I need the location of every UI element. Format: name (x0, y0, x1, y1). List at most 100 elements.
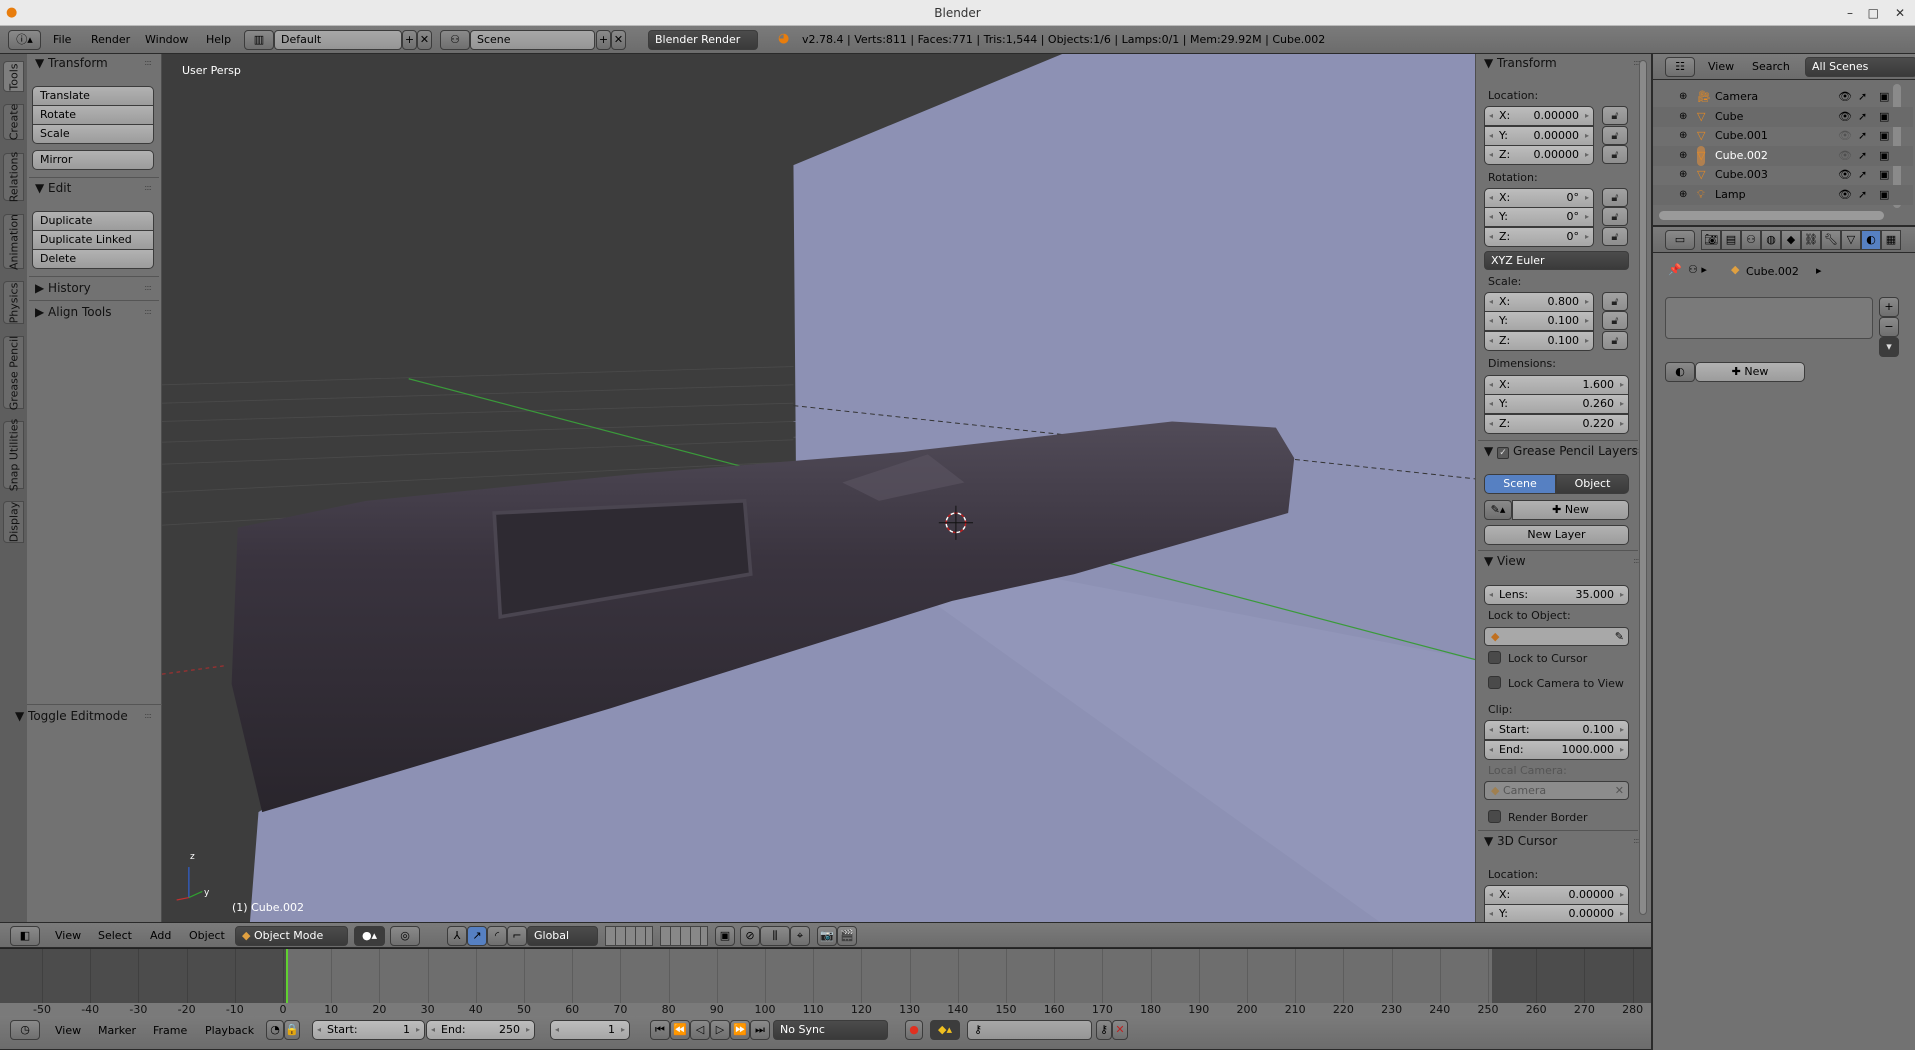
properties-tab-object-icon[interactable]: ◆ (1781, 230, 1801, 250)
expand-icon[interactable]: ⊕ (1679, 107, 1687, 127)
outliner-item-name[interactable]: Cube.001 (1715, 126, 1768, 146)
view3d-menu-add[interactable]: Add (150, 930, 171, 941)
view3d-menu-object[interactable]: Object (189, 930, 225, 941)
tool-tab-grease-pencil[interactable]: Grease Pencil (3, 335, 24, 410)
menu-file[interactable]: File (53, 34, 71, 45)
properties-tab-material-icon[interactable]: ◐ (1861, 230, 1881, 250)
render-icon[interactable]: ▣ (1879, 165, 1889, 185)
expand-icon[interactable]: ⊕ (1679, 87, 1687, 107)
lock-icon[interactable]: 🔓︎ (1602, 126, 1628, 145)
outliner-item-name[interactable]: Cube.003 (1715, 165, 1768, 185)
keying-set-field[interactable]: ⚷ (967, 1020, 1092, 1040)
lock-icon[interactable]: 🔓︎ (1602, 188, 1628, 207)
increment-arrow-icon[interactable]: ▸ (1585, 127, 1589, 145)
lock-time-button[interactable]: 🔒 (284, 1020, 300, 1040)
eye-icon[interactable]: 👁︎ (1838, 87, 1852, 107)
rotation-mode-dropdown[interactable]: XYZ Euler (1484, 251, 1629, 270)
increment-arrow-icon[interactable]: ▸ (1620, 586, 1624, 604)
timeline-menu-view[interactable]: View (55, 1025, 81, 1036)
rotate-button[interactable]: Rotate (32, 105, 154, 125)
eye-icon[interactable]: 👁︎ (1838, 185, 1852, 205)
tool-tab-snap-utilities[interactable]: Snap Utilities (3, 419, 24, 491)
render-icon[interactable]: ▣ (1879, 126, 1889, 146)
rotation-z-field[interactable]: ◂ Z: 0° ▸ (1484, 227, 1594, 247)
material-specials-button[interactable]: ▾ (1879, 337, 1899, 357)
expand-icon[interactable]: ⊕ (1679, 146, 1687, 166)
outliner-scrollbar-h[interactable] (1659, 211, 1884, 220)
view-panel-header[interactable]: ▼ View (1484, 554, 1526, 568)
duplicate-linked-button[interactable]: Duplicate Linked (32, 230, 154, 250)
increment-arrow-icon[interactable]: ▸ (1620, 886, 1624, 904)
select-arrow-icon[interactable]: ➚ (1858, 107, 1867, 127)
render-icon[interactable]: ▣ (1879, 185, 1889, 205)
dimensions-z-field[interactable]: ◂ Z: 0.220 ▸ (1484, 414, 1629, 434)
screen-layout-icon[interactable]: ▥ (244, 30, 274, 50)
scale-z-field[interactable]: ◂ Z: 0.100 ▸ (1484, 331, 1594, 351)
decrement-arrow-icon[interactable]: ◂ (1489, 905, 1493, 923)
drag-handle-icon[interactable]: :::: (144, 283, 152, 292)
timeline-menu-marker[interactable]: Marker (98, 1025, 136, 1036)
outliner-item-name[interactable]: Camera (1715, 87, 1758, 107)
increment-arrow-icon[interactable]: ▸ (1585, 208, 1589, 226)
increment-arrow-icon[interactable]: ▸ (1620, 905, 1624, 923)
tool-tab-display[interactable]: Display (3, 501, 24, 543)
lock-to-cursor-checkbox[interactable] (1488, 651, 1501, 664)
cursor-y-field[interactable]: ◂ Y: 0.00000 ▸ (1484, 904, 1629, 924)
tool-tab-tools[interactable]: Tools (3, 61, 24, 92)
minimize-button[interactable]: – (1847, 0, 1853, 26)
delete-button[interactable]: Delete (32, 249, 154, 269)
decrement-arrow-icon[interactable]: ◂ (1489, 586, 1493, 604)
properties-tab-render-layers-icon[interactable]: ▤ (1721, 230, 1741, 250)
increment-arrow-icon[interactable]: ▸ (1585, 228, 1589, 246)
increment-arrow-icon[interactable]: ▸ (1585, 332, 1589, 350)
tool-tab-relations[interactable]: Relations (3, 152, 24, 202)
increment-arrow-icon[interactable]: ▸ (1620, 415, 1624, 433)
align-tools-panel-header[interactable]: ▶ Align Tools (35, 305, 112, 319)
decrement-arrow-icon[interactable]: ◂ (1489, 293, 1493, 311)
lock-icon[interactable]: 🔓︎ (1602, 106, 1628, 125)
decrement-arrow-icon[interactable]: ◂ (1489, 228, 1493, 246)
grease-pencil-panel-header[interactable]: ▼ ✓ Grease Pencil Layers (1484, 444, 1638, 459)
properties-tab-constraints-icon[interactable]: ⛓︎ (1801, 230, 1821, 250)
new-material-button[interactable]: ✚ New (1695, 362, 1805, 382)
remove-material-slot-button[interactable]: − (1879, 317, 1899, 337)
record-keyframes-button[interactable]: ● (905, 1020, 923, 1040)
keying-mode-button[interactable]: ◆▴ (930, 1020, 960, 1040)
pin-icon[interactable]: 📌 (1668, 263, 1682, 276)
delete-scene-button[interactable]: ✕ (611, 30, 626, 50)
view3d-menu-select[interactable]: Select (98, 930, 132, 941)
properties-tab-data-icon[interactable]: ▽ (1841, 230, 1861, 250)
lock-icon[interactable]: 🔓︎ (1602, 227, 1628, 246)
timeline-menu-frame[interactable]: Frame (153, 1025, 187, 1036)
start-frame-field[interactable]: ◂ Start: 1 ▸ (312, 1020, 425, 1040)
layer-buttons-2[interactable] (660, 926, 708, 946)
editor-type-3dview-button[interactable]: ◧ (10, 926, 40, 946)
location-x-field[interactable]: ◂ X: 0.00000 ▸ (1484, 106, 1594, 126)
tool-tab-animation[interactable]: Animation (3, 213, 24, 270)
outliner-menu-view[interactable]: View (1708, 61, 1734, 72)
lock-icon[interactable]: 🔓︎ (1602, 207, 1628, 226)
decrement-arrow-icon[interactable]: ◂ (1489, 332, 1493, 350)
select-arrow-icon[interactable]: ➚ (1858, 126, 1867, 146)
outliner-item-name[interactable]: Cube (1715, 107, 1743, 127)
outliner-item-name[interactable]: Lamp (1715, 185, 1746, 205)
decrement-arrow-icon[interactable]: ◂ (1489, 146, 1493, 164)
grease-pencil-tab-object[interactable]: Object (1556, 474, 1629, 494)
decrement-arrow-icon[interactable]: ◂ (1489, 721, 1493, 739)
outliner-item-cube-002[interactable]: ⊕ ▽ Cube.002 👁︎ ➚ ▣ (1653, 145, 1913, 166)
increment-arrow-icon[interactable]: ▸ (1585, 146, 1589, 164)
rotation-x-field[interactable]: ◂ X: 0° ▸ (1484, 188, 1594, 208)
grease-pencil-browse-button[interactable]: ✎▴ (1484, 500, 1512, 520)
decrement-arrow-icon[interactable]: ◂ (1489, 107, 1493, 125)
transform-panel-header[interactable]: ▼ Transform (35, 56, 108, 70)
increment-arrow-icon[interactable]: ▸ (1620, 395, 1624, 413)
add-layout-button[interactable]: + (402, 30, 417, 50)
timeline[interactable] (0, 948, 1651, 1004)
close-button[interactable]: ✕ (1895, 0, 1905, 26)
render-engine-dropdown[interactable]: Blender Render (648, 30, 758, 50)
decrement-arrow-icon[interactable]: ◂ (1489, 189, 1493, 207)
clip-start-field[interactable]: ◂ Start: 0.100 ▸ (1484, 720, 1629, 740)
editor-type-timeline-button[interactable]: ◷ (10, 1020, 40, 1040)
outliner-item-name[interactable]: Cube.002 (1715, 146, 1768, 166)
render-border-checkbox[interactable] (1488, 810, 1501, 823)
